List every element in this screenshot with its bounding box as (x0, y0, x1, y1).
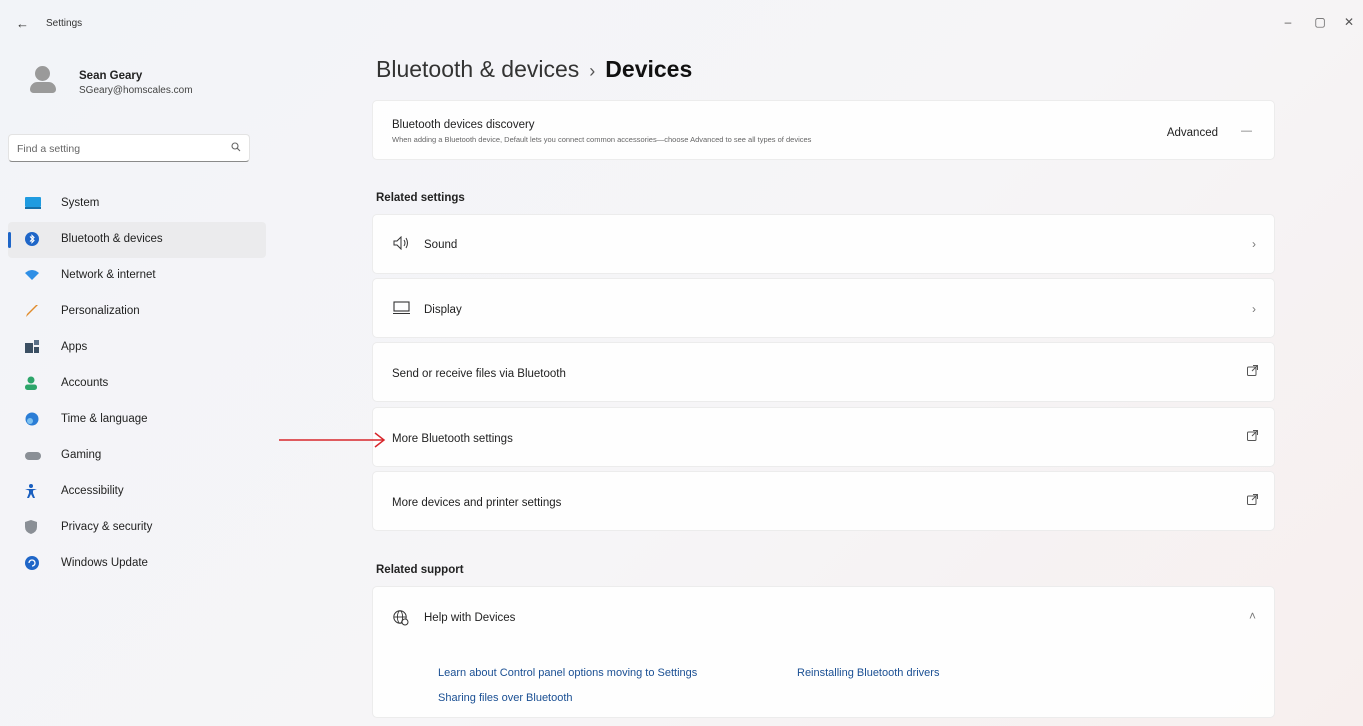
related-setting-more-bluetooth[interactable]: More Bluetooth settings (372, 407, 1275, 467)
breadcrumb-separator: › (589, 61, 596, 81)
external-link-icon (1247, 365, 1258, 379)
avatar-body-shape (30, 82, 56, 93)
chevron-up-icon[interactable]: ˄ (1249, 609, 1256, 623)
breadcrumb-parent[interactable]: Bluetooth & devices (376, 56, 579, 82)
sidebar-item-system[interactable]: System (8, 186, 266, 222)
sidebar-item-privacy-security[interactable]: Privacy & security (8, 510, 266, 546)
sidebar-item-time-language[interactable]: Time & language (8, 402, 266, 438)
related-setting-label: Sound (424, 239, 458, 251)
related-setting-label: More Bluetooth settings (392, 433, 513, 445)
speaker-icon (393, 235, 411, 253)
sidebar-item-bluetooth-devices[interactable]: Bluetooth & devices (8, 222, 266, 258)
page-title: Devices (605, 56, 693, 82)
system-icon (25, 196, 41, 210)
annotation-arrow (279, 432, 386, 448)
bluetooth-discovery-card: Bluetooth devices discovery When adding … (372, 100, 1275, 160)
sidebar-nav: System Bluetooth & devices Network & int… (8, 186, 268, 582)
related-setting-send-receive-files[interactable]: Send or receive files via Bluetooth (372, 342, 1275, 402)
sidebar-item-accessibility[interactable]: Accessibility (8, 474, 266, 510)
sidebar-item-windows-update[interactable]: Windows Update (8, 546, 266, 582)
sidebar-item-label: Privacy & security (61, 521, 153, 533)
shield-icon (25, 520, 39, 534)
sidebar-item-label: Windows Update (61, 557, 148, 569)
sidebar-item-label: Network & internet (61, 269, 156, 281)
discovery-select[interactable]: Advanced (1167, 127, 1218, 139)
window-title: Settings (46, 18, 83, 29)
chevron-right-icon: › (1252, 237, 1256, 251)
sidebar-item-label: Gaming (61, 449, 102, 461)
related-setting-display[interactable]: Display › (372, 278, 1275, 338)
sidebar-item-apps[interactable]: Apps (8, 330, 266, 366)
title-bar: ← Settings – ▢ ✕ (8, 8, 1363, 38)
related-setting-label: Display (424, 304, 462, 316)
related-setting-label: Send or receive files via Bluetooth (392, 368, 566, 380)
controller-icon (25, 448, 41, 462)
related-setting-label: More devices and printer settings (392, 497, 562, 509)
avatar-head-shape (35, 66, 50, 81)
sidebar-item-label: Apps (61, 341, 88, 353)
discovery-title: Bluetooth devices discovery (392, 119, 535, 131)
chevron-right-icon: › (1252, 302, 1256, 316)
sidebar-item-personalization[interactable]: Personalization (8, 294, 266, 330)
sidebar-item-label: Time & language (61, 413, 148, 425)
sidebar-item-label: Accessibility (61, 485, 124, 497)
close-button[interactable]: ✕ (1339, 12, 1359, 32)
wifi-icon (25, 268, 39, 282)
sidebar-item-label: Bluetooth & devices (61, 233, 163, 245)
search-placeholder: Find a setting (17, 143, 81, 155)
sidebar-item-network-internet[interactable]: Network & internet (8, 258, 266, 294)
sidebar-item-label: Personalization (61, 305, 140, 317)
chevron-down-icon[interactable]: — (1241, 125, 1252, 137)
monitor-icon (393, 301, 411, 318)
related-settings-heading: Related settings (376, 192, 465, 204)
sidebar-item-gaming[interactable]: Gaming (8, 438, 266, 474)
help-with-devices-card: Help with Devices ˄ Learn about Control … (372, 586, 1275, 718)
globe-clock-icon (25, 412, 39, 426)
help-title[interactable]: Help with Devices (424, 612, 515, 624)
brush-icon (25, 304, 39, 318)
accessibility-icon (25, 484, 39, 498)
minimize-button[interactable]: – (1278, 12, 1298, 32)
avatar[interactable] (30, 66, 56, 96)
external-link-icon (1247, 430, 1258, 444)
external-link-icon (1247, 494, 1258, 508)
sidebar-item-accounts[interactable]: Accounts (8, 366, 266, 402)
help-link-control-panel[interactable]: Learn about Control panel options moving… (438, 667, 697, 679)
user-email: SGeary@homscales.com (79, 85, 193, 96)
sidebar-item-label: Accounts (61, 377, 109, 389)
selection-indicator (8, 232, 11, 248)
related-support-heading: Related support (376, 564, 464, 576)
search-icon (231, 142, 241, 155)
related-setting-sound[interactable]: Sound › (372, 214, 1275, 274)
update-icon (25, 556, 39, 570)
search-input[interactable]: Find a setting (8, 134, 250, 162)
related-setting-more-devices-printers[interactable]: More devices and printer settings (372, 471, 1275, 531)
accounts-icon (25, 376, 39, 390)
help-globe-icon (393, 610, 409, 629)
user-name: Sean Geary (79, 70, 143, 82)
settings-window: ← Settings – ▢ ✕ Sean Geary SGeary@homsc… (8, 8, 1363, 726)
help-link-reinstalling-drivers[interactable]: Reinstalling Bluetooth drivers (797, 667, 939, 679)
discovery-description: When adding a Bluetooth device, Default … (392, 135, 812, 144)
help-link-sharing-files[interactable]: Sharing files over Bluetooth (438, 692, 573, 704)
maximize-button[interactable]: ▢ (1310, 12, 1330, 32)
back-arrow-icon[interactable]: ← (16, 16, 29, 31)
breadcrumb: Bluetooth & devices › Devices (376, 56, 692, 83)
sidebar-item-label: System (61, 197, 100, 209)
bluetooth-icon (25, 232, 39, 246)
apps-icon (25, 340, 39, 354)
